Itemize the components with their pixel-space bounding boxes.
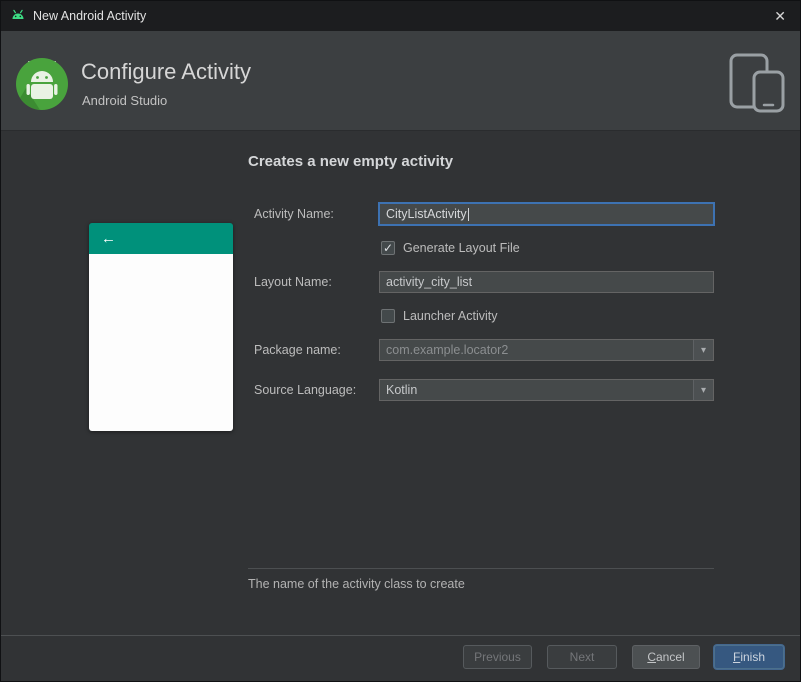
wizard-content: Creates a new empty activity ← Activity … [1,132,800,635]
launcher-activity-checkbox-row: Launcher Activity [381,307,498,325]
launcher-activity-label[interactable]: Launcher Activity [403,309,498,323]
source-language-combobox[interactable]: Kotlin ▾ [379,379,714,401]
activity-preview-body [89,254,233,431]
text-caret [467,207,469,221]
back-arrow-icon: ← [101,230,116,247]
launcher-activity-checkbox[interactable] [381,309,395,323]
hint-text: The name of the activity class to create [248,577,465,591]
package-name-combobox[interactable]: com.example.locator2 ▾ [379,339,714,361]
window-title: New Android Activity [33,9,147,23]
layout-name-value: activity_city_list [386,275,473,289]
close-icon[interactable]: ✕ [774,1,786,31]
titlebar: New Android Activity ✕ [1,1,800,31]
generate-layout-checkbox-row: ✓ Generate Layout File [381,239,520,257]
package-name-label: Package name: [254,343,341,357]
activity-name-label: Activity Name: [254,207,334,221]
finish-button[interactable]: Finish [714,645,784,669]
generate-layout-checkbox[interactable]: ✓ [381,241,395,255]
cancel-button[interactable]: Cancel [632,645,700,669]
generate-layout-label[interactable]: Generate Layout File [403,241,520,255]
layout-name-input[interactable]: activity_city_list [379,271,714,293]
banner-subtitle: Android Studio [82,93,168,108]
finish-button-label: Finish [732,650,766,664]
phone-tablet-icon [729,53,785,113]
source-language-label: Source Language: [254,383,357,397]
activity-name-value: CityListActivity [386,207,467,221]
wizard-banner: Configure Activity Android Studio [1,31,800,131]
layout-name-label: Layout Name: [254,275,332,289]
cancel-button-label: Cancel [647,650,685,664]
previous-button[interactable]: Previous [463,645,532,669]
hint-divider [248,568,714,569]
page-heading: Creates a new empty activity [248,153,454,170]
activity-preview-appbar: ← [89,223,233,254]
dropdown-arrow-icon[interactable]: ▾ [693,380,713,400]
package-name-value: com.example.locator2 [386,343,509,357]
previous-button-label: Previous [474,650,521,664]
android-studio-logo-icon [16,58,68,110]
activity-name-input[interactable]: CityListActivity [379,203,714,225]
activity-preview: ← [89,223,233,431]
next-button[interactable]: Next [547,645,617,669]
button-bar: Previous Next Cancel Finish [1,635,800,681]
source-language-value: Kotlin [386,383,418,397]
new-android-activity-dialog: New Android Activity ✕ Configure Activit… [0,0,801,682]
checkmark-icon: ✓ [382,241,394,255]
next-button-label: Next [569,650,595,664]
android-app-icon [12,9,24,19]
banner-title: Configure Activity [81,59,251,84]
dropdown-arrow-icon[interactable]: ▾ [693,340,713,360]
